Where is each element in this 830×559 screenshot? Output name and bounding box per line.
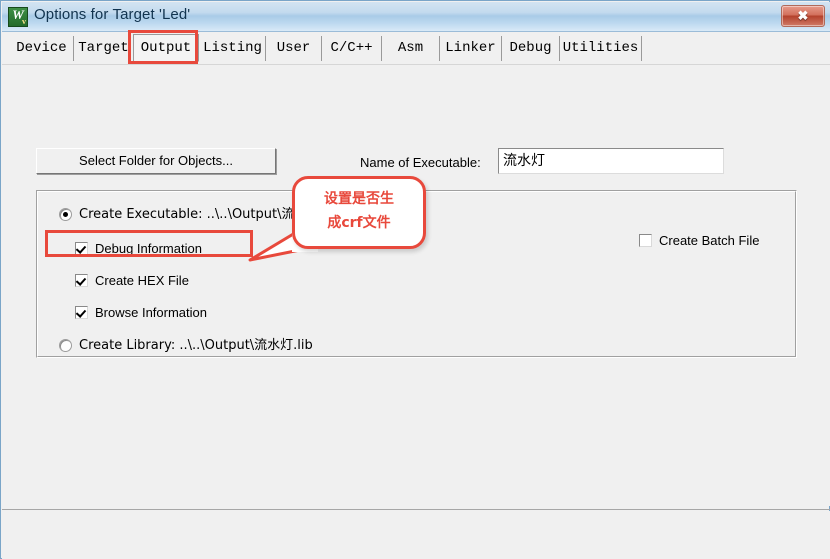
close-button[interactable]: ✖ bbox=[781, 5, 825, 27]
screenshot-root: W v Options for Target 'Led' ✖ Device Tar… bbox=[0, 0, 830, 559]
tab-content-output: Select Folder for Objects... Name of Exe… bbox=[2, 65, 830, 506]
dialog-footer: OK Cancel Defaults Help bbox=[2, 511, 830, 559]
tab-device[interactable]: Device bbox=[10, 36, 74, 61]
tab-asm[interactable]: Asm bbox=[382, 36, 440, 61]
tab-c-c[interactable]: C/C++ bbox=[322, 36, 382, 61]
close-icon: ✖ bbox=[797, 8, 809, 23]
tab-listing[interactable]: Listing bbox=[200, 36, 266, 61]
options-dialog-window: W v Options for Target 'Led' ✖ Device Tar… bbox=[0, 0, 830, 559]
tab-target[interactable]: Target bbox=[74, 36, 134, 61]
name-of-executable-label: Name of Executable: bbox=[360, 155, 481, 170]
create-hex-file-checkbox[interactable] bbox=[75, 274, 88, 287]
annotation-callout: 设置是否生 成crf文件 bbox=[292, 176, 426, 249]
callout-line-2: 成crf文件 bbox=[327, 215, 391, 231]
create-library-label: Create Library: ..\..\Output\流水灯.lib bbox=[79, 338, 313, 353]
create-batch-file-checkbox[interactable] bbox=[639, 234, 652, 247]
create-batch-file-label: Create Batch File bbox=[659, 233, 760, 248]
keil-uvision-icon: W v bbox=[8, 7, 28, 27]
name-of-executable-input[interactable]: 流水灯 bbox=[498, 148, 724, 174]
create-executable-label: Create Executable: ..\..\Output\流水灯 bbox=[79, 207, 321, 222]
select-folder-for-objects-button[interactable]: Select Folder for Objects... bbox=[36, 148, 276, 174]
tab-debug[interactable]: Debug bbox=[502, 36, 560, 61]
window-title: Options for Target 'Led' bbox=[34, 6, 191, 23]
create-executable-radio[interactable] bbox=[59, 208, 72, 221]
create-library-radio[interactable] bbox=[59, 339, 72, 352]
browse-information-checkbox[interactable] bbox=[75, 306, 88, 319]
highlight-box-output-tab bbox=[128, 30, 198, 64]
highlight-box-browse-information bbox=[45, 230, 253, 257]
tab-user[interactable]: User bbox=[266, 36, 322, 61]
keil-uvision-icon-sub: v bbox=[22, 17, 26, 26]
tab-strip: Device Target Output Listing User C/C++ Asm Lin… bbox=[2, 32, 830, 65]
browse-information-label: Browse Information bbox=[95, 305, 207, 320]
callout-line-1: 设置是否生 bbox=[324, 191, 394, 207]
tab-utilities[interactable]: Utilities bbox=[560, 36, 642, 61]
tab-linker[interactable]: Linker bbox=[440, 36, 502, 61]
create-hex-file-label: Create HEX File bbox=[95, 273, 189, 288]
title-bar: W v Options for Target 'Led' ✖ bbox=[2, 2, 830, 32]
